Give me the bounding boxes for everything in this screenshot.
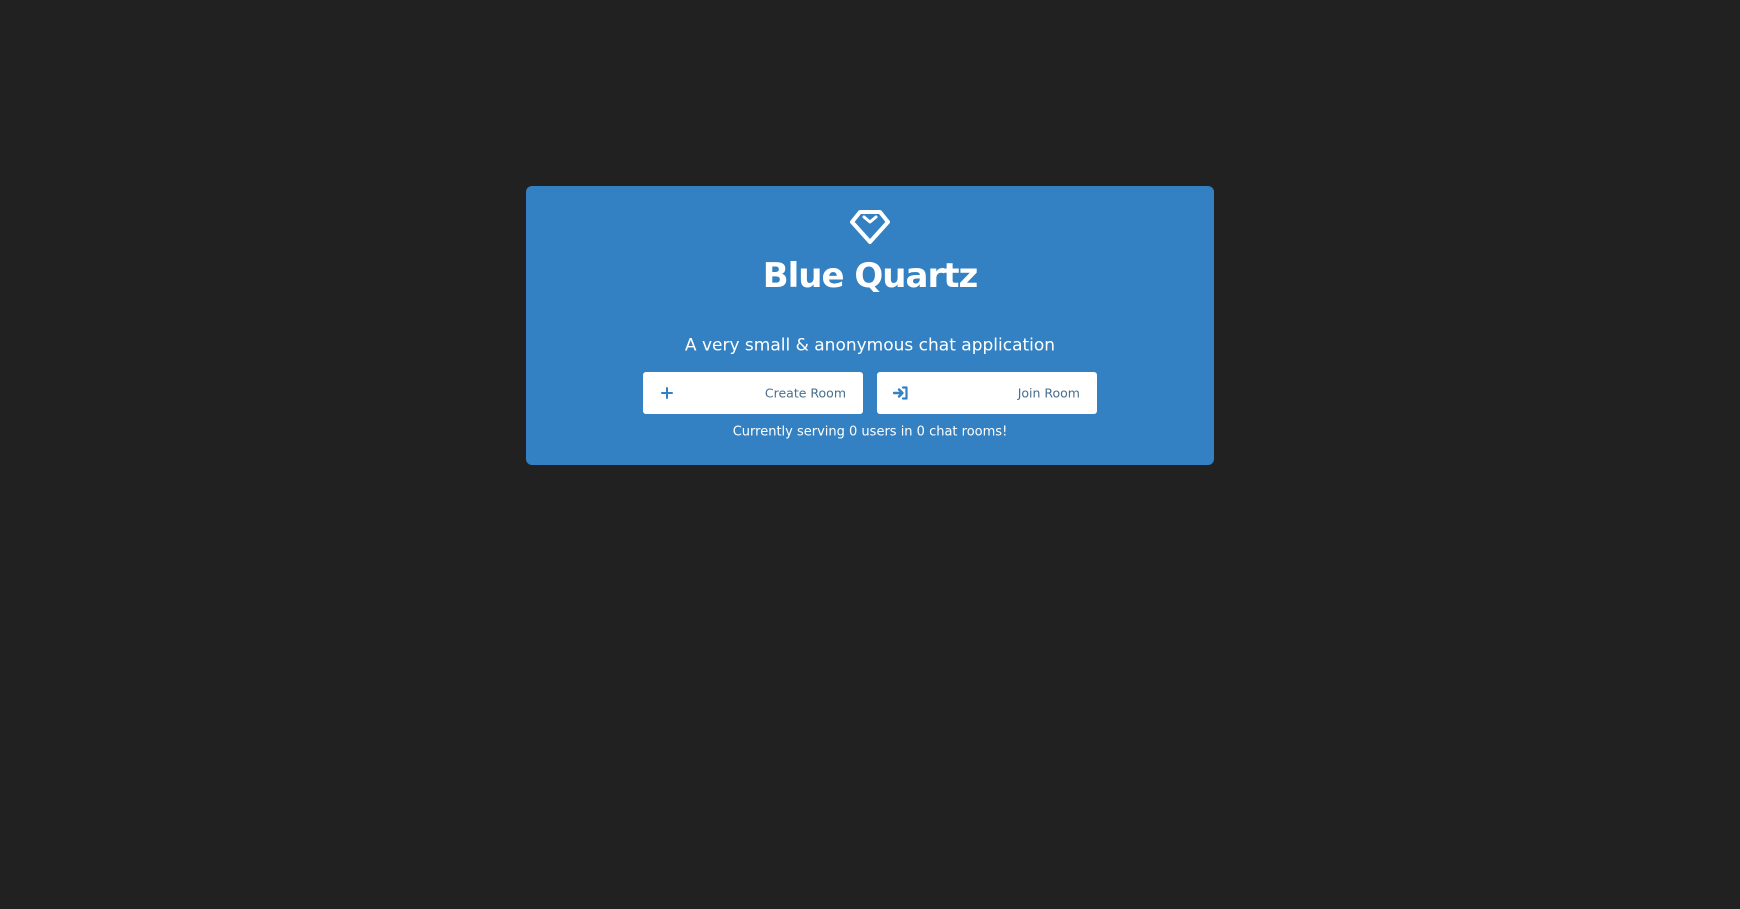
app-title: Blue Quartz [762, 256, 979, 296]
usage-stats: Currently serving 0 users in 0 chat room… [732, 424, 1008, 440]
plus-icon [661, 387, 673, 399]
create-room-label: Create Room [764, 385, 846, 401]
create-room-button[interactable]: Create Room [643, 372, 863, 414]
sign-in-icon [893, 386, 908, 400]
join-room-button[interactable]: Join Room [877, 372, 1097, 414]
join-room-label: Join Room [1017, 385, 1080, 401]
welcome-card: Blue Quartz A very small & anonymous cha… [526, 186, 1214, 465]
app-tagline: A very small & anonymous chat applicatio… [684, 335, 1056, 356]
gem-icon [850, 210, 890, 244]
